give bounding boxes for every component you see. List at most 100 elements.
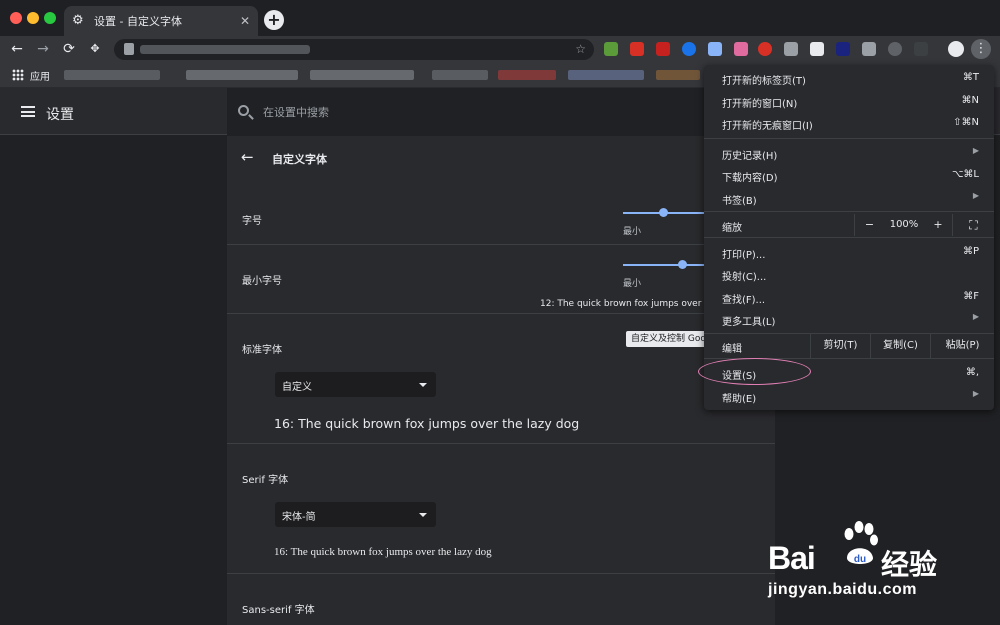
back-button[interactable]: ←	[8, 40, 26, 58]
reload-button[interactable]: ⟳	[60, 40, 78, 58]
bookmark-star-icon[interactable]: ☆	[575, 42, 586, 56]
standard-font-value: 自定义	[282, 382, 312, 393]
paw-icon: du	[844, 521, 878, 565]
tab-title: 设置 - 自定义字体	[94, 15, 182, 28]
bookmark-item[interactable]	[310, 70, 414, 80]
menu-item-downloads[interactable]: 下载内容(D) ⌥⌘L	[704, 164, 994, 186]
bookmark-item[interactable]	[498, 70, 556, 80]
menu-item-shortcut: ⌥⌘L	[951, 169, 979, 180]
menu-item-shortcut: ⌘,	[965, 367, 979, 378]
min-font-size-slider-knob[interactable]	[678, 260, 687, 269]
menu-item-edit: 编辑 剪切(T) 复制(C) 粘贴(P)	[704, 334, 994, 358]
paste-button[interactable]: 粘贴(P)	[930, 334, 994, 358]
serif-font-preview: 16: The quick brown fox jumps over the l…	[274, 546, 492, 558]
menu-item-bookmarks[interactable]: 书签(B) ▶	[704, 187, 994, 209]
extension-icon[interactable]	[888, 42, 902, 56]
menu-separator	[704, 138, 994, 139]
standard-font-label: 标准字体	[242, 345, 282, 356]
apps-bookmark[interactable]: 应用	[30, 68, 50, 83]
zoom-in-button[interactable]: +	[924, 214, 952, 236]
extension-icon[interactable]	[784, 42, 798, 56]
menu-item-new-tab[interactable]: 打开新的标签页(T) ⌘T	[704, 67, 994, 89]
fullscreen-icon[interactable]: ⛶	[952, 214, 994, 236]
extension-icon[interactable]	[682, 42, 696, 56]
menu-item-label: 打开新的无痕窗口(I)	[722, 121, 813, 132]
extension-icon[interactable]	[914, 42, 928, 56]
menu-item-shortcut: ⇧⌘N	[953, 117, 979, 128]
extension-icon[interactable]	[604, 42, 618, 56]
gear-icon: ⚙	[72, 13, 84, 28]
menu-item-history[interactable]: 历史记录(H) ▶	[704, 142, 994, 164]
new-tab-button[interactable]: +	[264, 10, 284, 30]
serif-font-value: 宋体-简	[282, 512, 316, 523]
font-size-slider-knob[interactable]	[659, 208, 668, 217]
settings-title: 设置	[46, 107, 74, 123]
menu-item-shortcut: ⌘P	[962, 246, 979, 257]
address-bar[interactable]: ☆	[114, 39, 594, 60]
cut-button[interactable]: 剪切(T)	[810, 334, 870, 358]
bookmark-item[interactable]	[568, 70, 644, 80]
minimize-window-button[interactable]	[27, 12, 39, 24]
menu-item-shortcut: ⌘N	[961, 95, 979, 106]
close-window-button[interactable]	[10, 12, 22, 24]
search-input[interactable]	[263, 103, 563, 121]
extension-icon[interactable]	[734, 42, 748, 56]
menu-item-zoom: 缩放 − 100% + ⛶	[704, 214, 994, 236]
menu-separator	[704, 237, 994, 238]
zoom-level: 100%	[889, 219, 919, 230]
baidu-jingyan-watermark: Bai du 经验 jingyan.baidu.com	[768, 520, 968, 610]
standard-font-select[interactable]: 自定义	[275, 372, 436, 397]
serif-font-select[interactable]: 宋体-简	[275, 502, 436, 527]
extension-icon[interactable]	[810, 42, 824, 56]
bookmark-item[interactable]	[656, 70, 700, 80]
extension-icon[interactable]	[708, 42, 722, 56]
profile-avatar[interactable]	[948, 41, 964, 57]
menu-item-label: 下载内容(D)	[722, 173, 778, 184]
extension-icon[interactable]	[836, 42, 850, 56]
zoom-out-button[interactable]: −	[854, 214, 884, 236]
title-bar: ⚙ 设置 - 自定义字体 ✕ +	[0, 0, 1000, 36]
standard-font-preview: 16: The quick brown fox jumps over the l…	[274, 416, 580, 431]
divider	[227, 244, 775, 245]
menu-item-label: 编辑	[722, 344, 742, 355]
forward-button[interactable]: →	[34, 40, 52, 58]
zoom-window-button[interactable]	[44, 12, 56, 24]
menu-item-print[interactable]: 打印(P)... ⌘P	[704, 241, 994, 263]
page-title: 自定义字体	[272, 153, 327, 166]
extension-icon[interactable]	[862, 42, 876, 56]
sans-serif-font-label: Sans-serif 字体	[242, 605, 315, 616]
bookmark-item[interactable]	[64, 70, 160, 80]
extension-icon[interactable]: ✥	[86, 40, 104, 58]
menu-item-label: 查找(F)...	[722, 295, 766, 306]
menu-item-more-tools[interactable]: 更多工具(L) ▶	[704, 308, 994, 330]
menu-item-shortcut: ⌘F	[963, 291, 979, 302]
custom-fonts-panel: ← 自定义字体 字号 最小 最小字号 最小 12: The quick brow…	[227, 136, 775, 625]
divider	[227, 573, 775, 574]
menu-item-cast[interactable]: 投射(C)...	[704, 263, 994, 285]
menu-item-label: 打印(P)...	[722, 250, 766, 261]
submenu-arrow-icon: ▶	[972, 312, 979, 321]
menu-item-new-window[interactable]: 打开新的窗口(N) ⌘N	[704, 90, 994, 112]
submenu-arrow-icon: ▶	[972, 146, 979, 155]
tab-settings[interactable]: ⚙ 设置 - 自定义字体 ✕	[64, 6, 258, 36]
settings-search[interactable]	[227, 88, 775, 135]
bookmark-item[interactable]	[186, 70, 298, 80]
menu-item-find[interactable]: 查找(F)... ⌘F	[704, 286, 994, 308]
chrome-menu-button[interactable]: ⋮	[971, 39, 991, 59]
settings-highlight-annotation	[698, 358, 811, 385]
apps-grid-icon[interactable]	[12, 69, 24, 81]
tab-close-button[interactable]: ✕	[240, 14, 250, 28]
copy-button[interactable]: 复制(C)	[870, 334, 930, 358]
extension-icon[interactable]	[656, 42, 670, 56]
address-url-blurred	[140, 45, 310, 54]
extension-icon[interactable]	[758, 42, 772, 56]
back-arrow-icon[interactable]: ←	[241, 148, 254, 166]
divider	[227, 443, 775, 444]
min-font-preview: 12: The quick brown fox jumps over	[540, 299, 702, 309]
extension-icon[interactable]	[630, 42, 644, 56]
site-info-icon[interactable]	[124, 43, 134, 55]
bookmark-item[interactable]	[432, 70, 488, 80]
menu-item-incognito[interactable]: 打开新的无痕窗口(I) ⇧⌘N	[704, 112, 994, 134]
menu-item-help[interactable]: 帮助(E) ▶	[704, 385, 994, 407]
menu-icon[interactable]	[21, 106, 35, 117]
